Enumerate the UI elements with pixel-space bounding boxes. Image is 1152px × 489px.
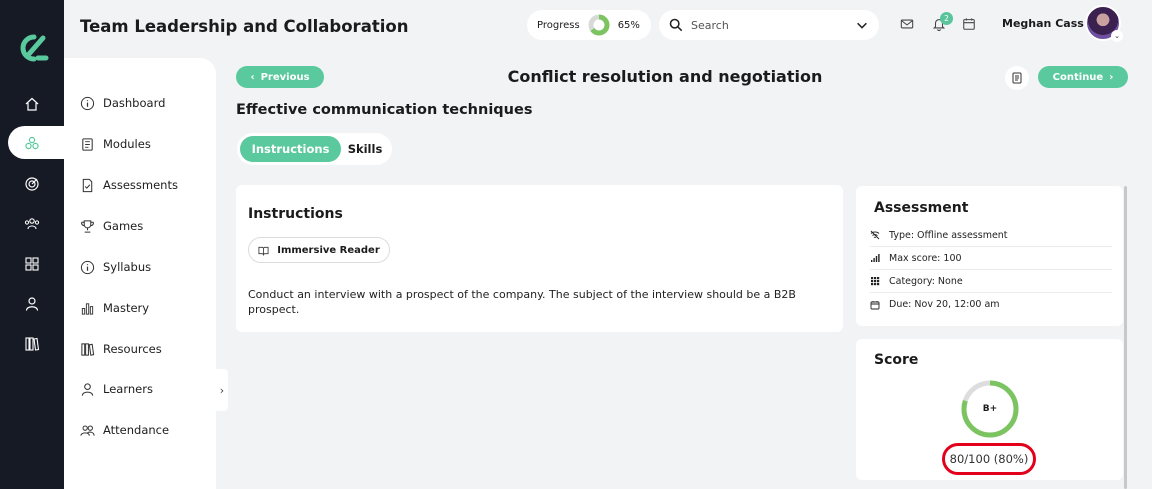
tab-skills[interactable]: Skills xyxy=(341,136,389,162)
home-icon[interactable] xyxy=(22,94,42,114)
sidebar-item-resources[interactable]: Resources xyxy=(80,338,162,360)
target-icon[interactable] xyxy=(22,174,42,194)
info-circle-icon xyxy=(80,96,95,110)
calendar-icon xyxy=(870,300,880,309)
info-icon xyxy=(80,260,95,274)
immersive-reader-button[interactable]: Immersive Reader xyxy=(248,237,390,263)
assessment-type-row: Type: Offline assessment xyxy=(870,224,1112,247)
books-icon xyxy=(81,342,95,356)
score-title: Score xyxy=(874,352,919,368)
continue-button[interactable]: Continue › xyxy=(1038,66,1128,88)
score-value: 80/100 (80%) xyxy=(942,443,1036,475)
grid-icon[interactable] xyxy=(22,254,42,274)
sidebar-item-modules[interactable]: Modules xyxy=(80,133,151,155)
progress-donut-icon xyxy=(588,14,610,36)
instructions-text: Conduct an interview with a prospect of … xyxy=(248,288,796,316)
sidebar-item-assessments[interactable]: Assessments xyxy=(80,174,178,196)
icon-rail xyxy=(0,0,66,489)
sidebar-item-syllabus[interactable]: Syllabus xyxy=(80,256,151,278)
assessment-max-score-row: Max score: 100 xyxy=(870,247,1112,270)
assessment-card: Assessment Type: Offline assessment Max … xyxy=(856,186,1123,326)
trophy-icon xyxy=(81,219,94,233)
user-icon[interactable] xyxy=(22,294,42,314)
sidebar-item-dashboard[interactable]: Dashboard xyxy=(80,92,165,114)
document-icon xyxy=(1012,72,1022,84)
user-name[interactable]: Meghan Cass xyxy=(1002,17,1084,30)
sidebar-item-label: Learners xyxy=(103,382,153,396)
book-icon xyxy=(82,137,93,151)
signal-bars-icon xyxy=(871,254,880,262)
sidebar: Dashboard Modules Assessments Games Syll… xyxy=(64,58,216,489)
chevron-down-icon[interactable]: ⌄ xyxy=(1111,30,1123,42)
people-icon[interactable] xyxy=(22,214,42,234)
continue-label: Continue xyxy=(1052,71,1104,83)
search-input[interactable]: Search xyxy=(659,10,879,40)
progress-value: 65% xyxy=(617,19,640,31)
tab-instructions[interactable]: Instructions xyxy=(240,136,341,162)
tab-bar: Instructions Skills xyxy=(237,133,392,165)
assessment-due-row: Due: Nov 20, 12:00 am xyxy=(870,293,1112,316)
search-placeholder: Search xyxy=(691,18,729,32)
calendar-icon[interactable] xyxy=(961,16,977,32)
mail-icon[interactable] xyxy=(899,16,915,32)
score-card: Score B+ 80/100 (80%) xyxy=(856,339,1123,480)
person-icon xyxy=(81,382,94,396)
previous-label: Previous xyxy=(260,71,310,83)
assessment-type: Type: Offline assessment xyxy=(889,229,1008,241)
group-icon xyxy=(80,424,95,436)
sidebar-item-label: Dashboard xyxy=(103,96,166,110)
sidebar-item-label: Games xyxy=(103,219,144,233)
reader-icon xyxy=(258,246,269,256)
sidebar-item-label: Syllabus xyxy=(103,260,152,274)
sidebar-item-label: Assessments xyxy=(103,178,178,192)
previous-button[interactable]: ‹ Previous xyxy=(236,66,324,88)
sidebar-item-learners[interactable]: Learners xyxy=(80,378,153,400)
assessment-max-score: Max score: 100 xyxy=(889,252,962,264)
app-title: Team Leadership and Collaboration xyxy=(80,17,409,36)
assessment-category-row: Category: None xyxy=(870,270,1112,293)
instructions-card: Instructions Immersive Reader Conduct an… xyxy=(236,185,843,332)
file-check-icon xyxy=(82,178,93,192)
sidebar-item-label: Attendance xyxy=(103,423,170,437)
notification-badge: 2 xyxy=(940,12,953,25)
assessment-due: Due: Nov 20, 12:00 am xyxy=(889,299,1000,310)
content-scrollbar[interactable] xyxy=(1124,186,1127,489)
chevron-right-icon: › xyxy=(1109,71,1114,83)
score-grade: B+ xyxy=(982,404,998,414)
modules-nodes-icon[interactable] xyxy=(22,133,42,153)
chevron-left-icon: ‹ xyxy=(250,71,255,83)
page-title: Conflict resolution and negotiation xyxy=(507,67,823,86)
assessment-category: Category: None xyxy=(889,275,963,287)
app-logo-icon[interactable] xyxy=(10,30,54,66)
progress-indicator: Progress 65% xyxy=(527,10,651,40)
library-icon[interactable] xyxy=(22,334,42,354)
sidebar-item-attendance[interactable]: Attendance xyxy=(80,419,169,441)
notes-button[interactable] xyxy=(1005,66,1029,90)
sidebar-item-games[interactable]: Games xyxy=(80,215,143,237)
section-title: Effective communication techniques xyxy=(236,102,533,118)
sidebar-item-label: Modules xyxy=(103,137,151,151)
instructions-title: Instructions xyxy=(248,206,343,222)
bar-chart-icon xyxy=(81,302,94,315)
category-grid-icon xyxy=(871,277,880,286)
sidebar-collapse-toggle[interactable]: › xyxy=(216,369,228,411)
sidebar-item-mastery[interactable]: Mastery xyxy=(80,297,149,319)
immersive-reader-label: Immersive Reader xyxy=(277,244,380,256)
assessment-title: Assessment xyxy=(874,200,969,216)
chevron-down-icon[interactable] xyxy=(855,18,869,32)
chevron-right-icon: › xyxy=(219,383,225,397)
search-icon xyxy=(669,18,683,32)
sidebar-item-label: Resources xyxy=(103,342,162,356)
wifi-off-icon xyxy=(870,230,880,240)
sidebar-item-label: Mastery xyxy=(103,301,150,315)
progress-label: Progress xyxy=(537,19,580,31)
